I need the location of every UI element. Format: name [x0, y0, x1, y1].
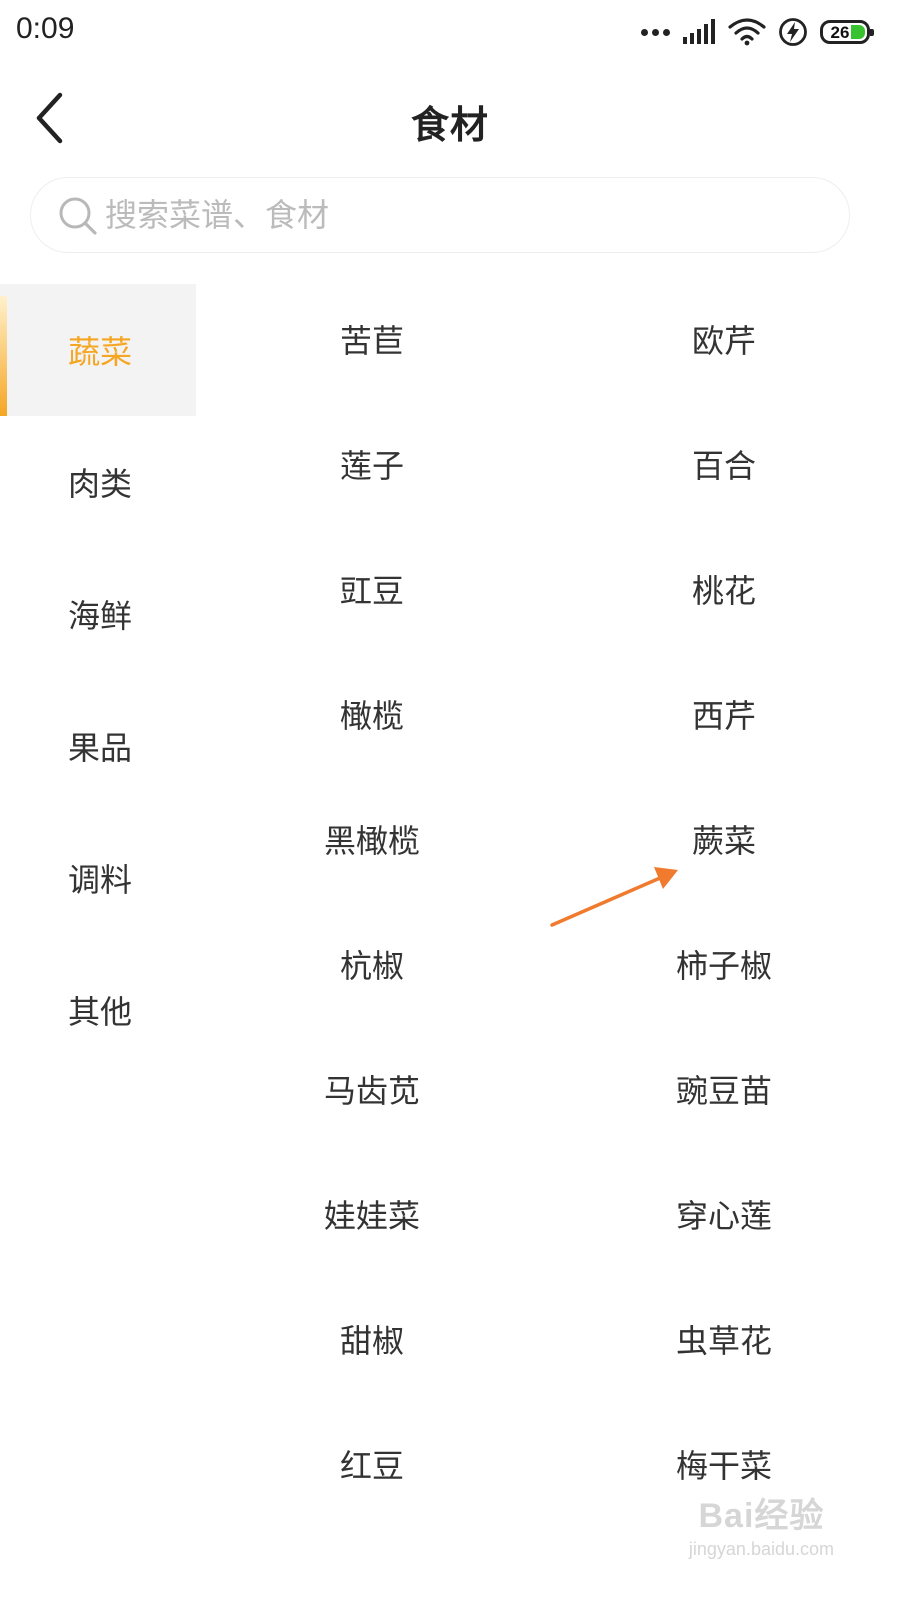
category-item[interactable]: 肉类 — [0, 416, 196, 548]
food-item[interactable]: 梅干菜 — [548, 1401, 900, 1526]
food-label: 西芹 — [691, 696, 756, 735]
signal-icon — [683, 19, 715, 44]
category-item[interactable]: 调料 — [0, 812, 196, 944]
food-item[interactable]: 豌豆苗 — [548, 1026, 900, 1151]
category-item[interactable]: 果品 — [0, 680, 196, 812]
search-icon — [59, 197, 97, 235]
food-item[interactable]: 穿心莲 — [548, 1151, 900, 1276]
food-item[interactable]: 橄榄 — [196, 651, 548, 776]
category-label: 肉类 — [68, 465, 133, 503]
active-indicator — [0, 296, 7, 416]
more-dots-icon — [641, 28, 670, 36]
food-item[interactable]: 虫草花 — [548, 1276, 900, 1401]
food-item[interactable]: 桃花 — [548, 526, 900, 651]
food-item[interactable]: 甜椒 — [196, 1276, 548, 1401]
food-label: 百合 — [691, 446, 756, 485]
food-label: 莲子 — [339, 446, 404, 485]
category-label: 海鲜 — [68, 597, 133, 635]
food-label: 梅干菜 — [675, 1446, 772, 1485]
category-label: 调料 — [68, 861, 133, 899]
category-label: 蔬菜 — [68, 333, 133, 371]
search-input[interactable] — [105, 192, 805, 238]
battery-level-text: 26 — [830, 22, 850, 42]
status-bar: 0:09 26 — [0, 0, 900, 64]
food-label: 欧芹 — [691, 321, 756, 360]
search-box[interactable] — [30, 177, 850, 253]
food-label: 豇豆 — [339, 571, 404, 610]
food-item[interactable]: 杭椒 — [196, 901, 548, 1026]
food-label: 甜椒 — [339, 1321, 404, 1360]
status-time: 0:09 — [16, 12, 75, 45]
food-label: 马齿苋 — [323, 1071, 420, 1110]
food-label: 桃花 — [691, 571, 756, 610]
category-item[interactable]: 蔬菜 — [0, 284, 196, 416]
food-label: 穿心莲 — [675, 1196, 772, 1235]
food-item[interactable]: 西芹 — [548, 651, 900, 776]
food-item[interactable]: 豇豆 — [196, 526, 548, 651]
category-sidebar: 蔬菜肉类海鲜果品调料其他 — [0, 284, 196, 1076]
food-label: 娃娃菜 — [323, 1196, 420, 1235]
food-item[interactable]: 苦苣 — [196, 276, 548, 401]
app-header: 食材 — [0, 76, 900, 160]
food-label: 橄榄 — [339, 696, 404, 735]
food-label: 豌豆苗 — [675, 1071, 772, 1110]
food-item[interactable]: 马齿苋 — [196, 1026, 548, 1151]
charging-icon — [779, 18, 807, 46]
food-label: 柿子椒 — [675, 946, 772, 985]
food-label: 杭椒 — [339, 946, 404, 985]
food-item[interactable]: 欧芹 — [548, 276, 900, 401]
category-item[interactable]: 其他 — [0, 944, 196, 1076]
food-label: 虫草花 — [675, 1321, 772, 1360]
category-item[interactable]: 海鲜 — [0, 548, 196, 680]
food-label: 红豆 — [339, 1446, 404, 1485]
food-label: 蕨菜 — [691, 821, 756, 860]
food-item[interactable]: 柿子椒 — [548, 901, 900, 1026]
food-label: 苦苣 — [339, 321, 404, 360]
category-label: 果品 — [68, 729, 133, 767]
food-item[interactable]: 红豆 — [196, 1401, 548, 1526]
battery-icon: 26 — [820, 20, 874, 44]
food-label: 黑橄榄 — [323, 821, 420, 860]
food-item[interactable]: 蕨菜 — [548, 776, 900, 901]
wifi-icon — [728, 18, 766, 46]
food-item[interactable]: 百合 — [548, 401, 900, 526]
status-icons: 26 — [641, 14, 874, 50]
food-item[interactable]: 莲子 — [196, 401, 548, 526]
food-item[interactable]: 黑橄榄 — [196, 776, 548, 901]
food-item[interactable]: 娃娃菜 — [196, 1151, 548, 1276]
page-title: 食材 — [410, 103, 489, 147]
food-grid: 苦苣 欧芹莲子 百合豇豆 桃花橄榄 西芹黑橄榄 蕨菜杭椒 柿子椒马齿苋 豌豆苗娃娃菜 穿心莲甜椒… — [196, 276, 900, 1526]
watermark-url: jingyan.baidu.com — [688, 1539, 834, 1559]
category-label: 其他 — [68, 993, 133, 1031]
